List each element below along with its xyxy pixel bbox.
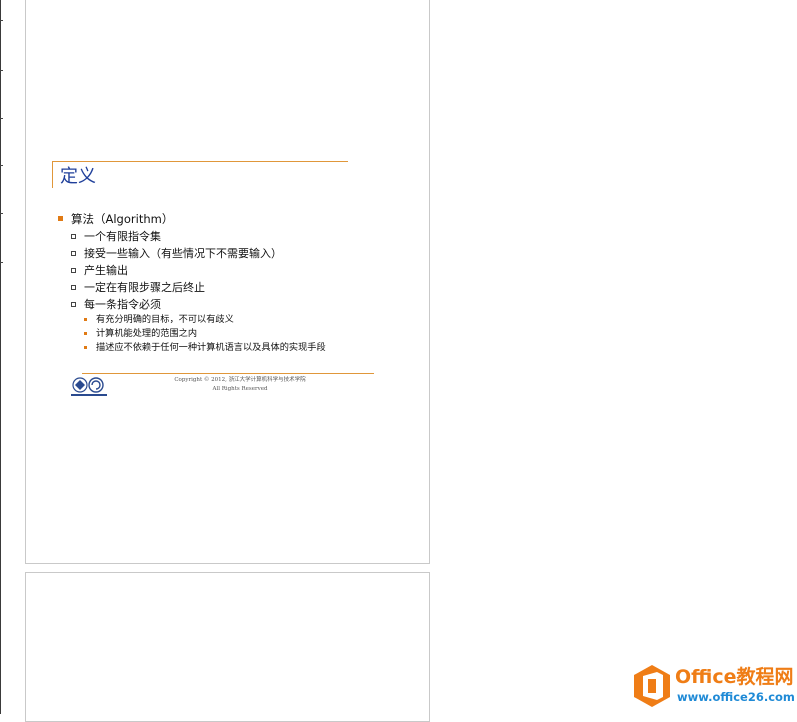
- ruler-tick: [0, 165, 3, 166]
- university-logo-icon: [71, 377, 107, 396]
- sub-sub-bullet-text: 描述应不依赖于任何一种计算机语言以及具体的实现手段: [96, 342, 326, 353]
- small-square-bullet-icon: [84, 318, 87, 321]
- footer-divider: [82, 373, 374, 374]
- bullet-item: 算法（Algorithm）: [58, 210, 358, 228]
- sub-bullet-text: 每一条指令必须: [84, 298, 161, 311]
- ruler-tick: [0, 262, 3, 263]
- sub-bullet-text: 产生输出: [84, 264, 128, 277]
- sub-bullet-text: 接受一些输入（有些情况下不需要输入）: [84, 247, 282, 260]
- small-square-bullet-icon: [84, 346, 87, 349]
- sub-bullet-text: 一定在有限步骤之后终止: [84, 281, 205, 294]
- site-watermark: Office教程网 www.office26.com: [633, 662, 795, 710]
- sub-bullet-item: 接受一些输入（有些情况下不需要输入）: [58, 245, 358, 262]
- window-left-border: [0, 0, 1, 714]
- hollow-square-bullet-icon: [71, 268, 76, 273]
- ruler-tick: [0, 213, 3, 214]
- hollow-square-bullet-icon: [71, 302, 76, 307]
- footer-copyright: Copyright © 2012, 浙江大学计算机科学与技术学院: [174, 377, 306, 383]
- sub-sub-bullet-text: 有充分明确的目标，不可以有歧义: [96, 314, 234, 325]
- watermark-url: www.office26.com: [677, 690, 795, 704]
- hollow-square-bullet-icon: [71, 251, 76, 256]
- bullet-text: 算法（Algorithm）: [71, 212, 174, 226]
- sub-bullet-text: 一个有限指令集: [84, 230, 161, 243]
- hollow-square-bullet-icon: [71, 285, 76, 290]
- sub-sub-bullet-item: 描述应不依赖于任何一种计算机语言以及具体的实现手段: [58, 341, 336, 355]
- ruler-tick: [0, 70, 3, 71]
- sub-bullet-item: 每一条指令必须: [58, 296, 358, 313]
- sub-bullet-item: 一个有限指令集: [58, 228, 358, 245]
- ruler-tick: [0, 118, 3, 119]
- sub-bullet-item: 一定在有限步骤之后终止: [58, 279, 358, 296]
- hollow-square-bullet-icon: [71, 234, 76, 239]
- bullet-square-icon: [58, 216, 63, 221]
- office-logo-icon: [634, 665, 670, 707]
- small-square-bullet-icon: [84, 332, 87, 335]
- slide-title-frame: [52, 161, 348, 188]
- sub-sub-bullet-text: 计算机能处理的范围之内: [96, 328, 198, 339]
- sub-sub-bullet-item: 有充分明确的目标，不可以有歧义: [58, 313, 296, 327]
- bullet-list: 算法（Algorithm） 一个有限指令集 接受一些输入（有些情况下不需要输入）…: [58, 210, 358, 355]
- watermark-brand: Office教程网: [675, 666, 794, 688]
- slide-title: 定义: [60, 166, 96, 187]
- footer-rights: All Rights Reserved: [212, 386, 268, 392]
- ruler-tick: [0, 20, 3, 21]
- sub-sub-bullet-item: 计算机能处理的范围之内: [58, 327, 296, 341]
- document-page-2[interactable]: [25, 572, 430, 722]
- slide-footer: Copyright © 2012, 浙江大学计算机科学与技术学院 All Rig…: [160, 376, 320, 394]
- sub-bullet-item: 产生输出: [58, 262, 358, 279]
